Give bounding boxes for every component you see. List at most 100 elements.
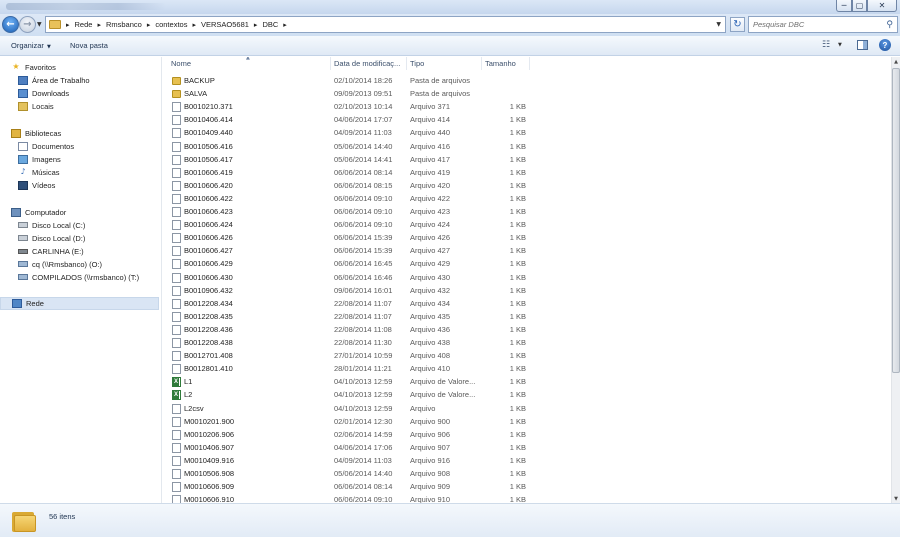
nav-locais[interactable]: Locais [18, 100, 54, 112]
nav-libraries[interactable]: Bibliotecas [11, 127, 61, 139]
chevron-right-icon: ▸ [97, 20, 101, 29]
column-header-size[interactable]: Tamanho [482, 57, 530, 70]
change-view-icon[interactable]: ☷ [822, 40, 830, 50]
pictures-icon [18, 154, 28, 164]
file-icon [172, 351, 181, 362]
scroll-thumb[interactable] [892, 68, 900, 373]
file-row[interactable]: B0010606.422 06/06/2014 09:10 Arquivo 422 1… [163, 192, 543, 205]
forward-button[interactable]: → [19, 16, 36, 33]
organize-button[interactable]: Organizar ▼ [11, 41, 51, 50]
breadcrumb-rede[interactable]: Rede ▸ [75, 20, 106, 29]
forward-arrow-icon: → [23, 19, 32, 30]
file-name: B0010506.417 [184, 154, 233, 164]
vertical-scrollbar[interactable]: ▲ ▼ [891, 57, 900, 503]
file-name: M0010406.907 [184, 442, 235, 452]
file-row[interactable]: B0012208.436 22/08/2014 11:08 Arquivo 436 1… [163, 323, 543, 336]
address-dropdown-icon[interactable]: ▼ [716, 21, 721, 28]
breadcrumb-contextos[interactable]: contextos ▸ [155, 20, 201, 29]
file-icon [172, 246, 181, 257]
file-row[interactable]: B0010906.432 09/06/2014 16:01 Arquivo 432 1… [163, 284, 543, 297]
file-date: 28/01/2014 11:21 [334, 364, 392, 374]
search-input[interactable]: Pesquisar DBC ⚲ [748, 16, 898, 33]
file-row[interactable]: M0010201.900 02/01/2014 12:30 Arquivo 900 1… [163, 415, 543, 428]
close-button[interactable]: ✕ [867, 0, 897, 12]
nav-images[interactable]: Imagens [18, 153, 61, 165]
file-row[interactable]: M0010606.909 06/06/2014 08:14 Arquivo 909 1… [163, 480, 543, 493]
column-header-type[interactable]: Tipo [407, 57, 482, 70]
file-row[interactable]: M0010406.907 04/06/2014 17:06 Arquivo 907 1… [163, 441, 543, 454]
file-type: Arquivo 434 [410, 298, 451, 308]
file-row[interactable]: L2 04/10/2013 12:59 Arquivo de Valore... 1 … [163, 388, 543, 401]
file-row[interactable]: L1 04/10/2013 12:59 Arquivo de Valore... 1 … [163, 375, 543, 388]
breadcrumb-root[interactable]: ▸ [61, 21, 75, 29]
nav-net-o[interactable]: cq (\\Rmsbanco) (O:) [18, 258, 102, 270]
file-row[interactable]: B0010506.417 05/06/2014 14:41 Arquivo 417 1… [163, 153, 543, 166]
file-row[interactable]: B0010606.426 06/06/2014 15:39 Arquivo 426 1… [163, 231, 543, 244]
file-row[interactable]: M0010206.906 02/06/2014 14:59 Arquivo 906 1… [163, 428, 543, 441]
file-icon [172, 180, 181, 191]
file-row[interactable]: B0010606.419 06/06/2014 08:14 Arquivo 419 1… [163, 166, 543, 179]
file-row[interactable]: B0012701.408 27/01/2014 10:59 Arquivo 408 1… [163, 349, 543, 362]
file-type: Arquivo de Valore... [410, 377, 476, 387]
view-dropdown-icon[interactable]: ▼ [838, 42, 842, 48]
scroll-down-icon[interactable]: ▼ [892, 494, 900, 503]
search-icon[interactable]: ⚲ [886, 20, 893, 30]
file-row[interactable]: B0012208.434 22/08/2014 11:07 Arquivo 434 1… [163, 297, 543, 310]
file-row[interactable]: M0010506.908 05/06/2014 14:40 Arquivo 908 1… [163, 467, 543, 480]
file-row[interactable]: M0010606.910 06/06/2014 09:10 Arquivo 910 1… [163, 493, 543, 503]
file-name: B0012208.435 [184, 311, 233, 321]
nav-disk-c[interactable]: Disco Local (C:) [18, 219, 85, 231]
file-row[interactable]: SALVA 09/09/2013 09:51 Pasta de arquivos [163, 87, 543, 100]
file-date: 05/06/2014 14:40 [334, 141, 393, 151]
nav-videos[interactable]: Vídeos [18, 179, 55, 191]
file-row[interactable]: L2csv 04/10/2013 12:59 Arquivo 1 KB [163, 402, 543, 415]
address-bar[interactable]: ▸ Rede ▸ Rmsbanco ▸ contextos ▸ VERSAO5681 ▸… [45, 16, 726, 33]
refresh-button[interactable]: ↻ [730, 17, 745, 32]
file-row[interactable]: B0012801.410 28/01/2014 11:21 Arquivo 410 1… [163, 362, 543, 375]
minimize-button[interactable]: ─ [836, 0, 852, 12]
file-row[interactable]: BACKUP 02/10/2014 18:26 Pasta de arquivos [163, 74, 543, 87]
file-row[interactable]: B0010606.423 06/06/2014 09:10 Arquivo 423 1… [163, 205, 543, 218]
nav-desktop[interactable]: Área de Trabalho [18, 74, 90, 86]
nav-favorites[interactable]: ★ Favoritos [11, 61, 55, 73]
file-size: 1 KB [509, 495, 526, 503]
back-button[interactable]: ← [2, 16, 19, 33]
help-icon[interactable]: ? [879, 39, 891, 51]
column-header-name[interactable]: Nome ▲ [163, 57, 331, 70]
file-date: 27/01/2014 10:59 [334, 351, 393, 361]
maximize-button[interactable]: ▢ [852, 0, 867, 12]
file-row[interactable]: B0010606.429 06/06/2014 16:45 Arquivo 429 1… [163, 257, 543, 270]
file-row[interactable]: B0010606.430 06/06/2014 16:46 Arquivo 430 1… [163, 271, 543, 284]
file-row[interactable]: B0010210.371 02/10/2013 10:14 Arquivo 371 1… [163, 100, 543, 113]
preview-pane-icon[interactable] [857, 40, 868, 50]
file-row[interactable]: B0012208.438 22/08/2014 11:30 Arquivo 438 1… [163, 336, 543, 349]
nav-net-t[interactable]: COMPILADOS (\\rmsbanco) (T:) [18, 271, 139, 283]
recent-pages-dropdown[interactable]: ▼ [37, 21, 42, 28]
nav-network[interactable]: Rede [0, 297, 159, 310]
breadcrumb-dbc[interactable]: DBC ▸ [262, 20, 291, 29]
nav-documents[interactable]: Documentos [18, 140, 74, 152]
file-row[interactable]: B0010406.414 04/06/2014 17:07 Arquivo 414 1… [163, 113, 543, 126]
file-row[interactable]: B0010409.440 04/09/2014 11:03 Arquivo 440 1… [163, 126, 543, 139]
file-date: 22/08/2014 11:30 [334, 338, 392, 347]
file-date: 06/06/2014 09:10 [334, 495, 393, 503]
nav-music[interactable]: ♪ Músicas [18, 166, 59, 178]
scroll-up-icon[interactable]: ▲ [892, 57, 900, 66]
column-header-date[interactable]: Data de modificaç... [331, 57, 407, 70]
file-row[interactable]: B0012208.435 22/08/2014 11:07 Arquivo 435 1… [163, 310, 543, 323]
file-row[interactable]: B0010606.427 06/06/2014 15:39 Arquivo 427 1… [163, 244, 543, 257]
file-row[interactable]: M0010409.916 04/09/2014 11:03 Arquivo 916 1… [163, 454, 543, 467]
nav-usb-e[interactable]: CARLINHA (E:) [18, 245, 84, 257]
nav-computer[interactable]: Computador [11, 206, 66, 218]
column-label: Nome [171, 59, 192, 68]
blurred-title [6, 3, 166, 10]
file-row[interactable]: B0010506.416 05/06/2014 14:40 Arquivo 416 1… [163, 140, 543, 153]
file-row[interactable]: B0010606.424 06/06/2014 09:10 Arquivo 424 1… [163, 218, 543, 231]
usb-drive-icon [18, 248, 28, 254]
nav-disk-d[interactable]: Disco Local (D:) [18, 232, 85, 244]
new-folder-button[interactable]: Nova pasta [70, 41, 108, 50]
breadcrumb-versao[interactable]: VERSAO5681 ▸ [201, 20, 262, 29]
breadcrumb-rmsbanco[interactable]: Rmsbanco ▸ [106, 20, 155, 29]
file-row[interactable]: B0010606.420 06/06/2014 08:15 Arquivo 420 1… [163, 179, 543, 192]
nav-downloads[interactable]: Downloads [18, 87, 69, 99]
